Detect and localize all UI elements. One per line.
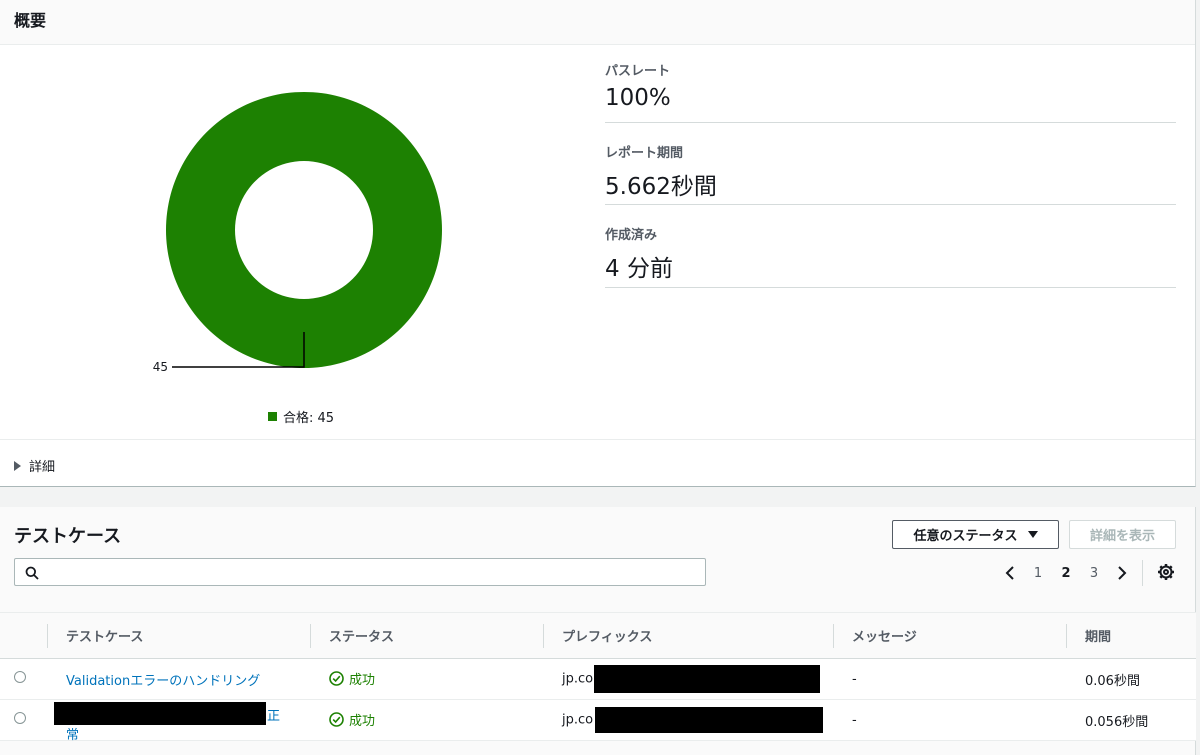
test-case-link[interactable]: Validationエラーのハンドリング [66,674,260,689]
column-header-test-case[interactable]: テストケース [47,612,310,659]
table-row[interactable]: Validationエラーのハンドリング 成功 jp.co. - 0.06秒間 [0,658,1196,700]
chevron-right-icon [1118,566,1127,580]
duration-value: 0.06秒間 [1085,673,1140,689]
message-value: - [852,712,857,728]
check-circle-icon [329,670,344,686]
select-column-header [0,612,47,659]
donut-slice-0[interactable] [165,92,442,368]
test-cases-title: テストケース [14,526,122,547]
check-circle-icon [329,711,344,727]
search-icon [25,565,39,584]
view-details-button[interactable]: 詳細を表示 [1069,520,1176,549]
status-filter-label: 任意のステータス [913,529,1018,544]
previous-page-button[interactable] [996,566,1024,580]
pass-rate-chart: 45 [140,80,470,390]
redacted-block [595,707,824,733]
summary-header: 概要 [0,0,1195,45]
prefix-value: jp.co [562,712,594,728]
metric-report-duration: レポート期間 5.662秒間 [605,142,1176,205]
page-1-button[interactable]: 1 [1024,566,1052,581]
caret-down-icon [1027,531,1038,538]
next-page-button[interactable] [1108,566,1136,580]
details-expand-toggle[interactable]: 詳細 [14,456,55,475]
pagination: 1 2 3 [996,561,1136,585]
test-case-link-tail[interactable]: 正 [267,705,280,724]
gear-icon [1158,564,1174,580]
summary-title: 概要 [14,11,47,30]
column-header-status[interactable]: ステータス [310,612,543,659]
caret-right-icon [14,460,21,471]
metric-value: 5.662秒間 [605,174,717,200]
column-header-message[interactable]: メッセージ [833,612,1066,659]
redacted-block [594,665,821,693]
test-cases-panel: テストケース 任意のステータス 詳細を表示 1 2 3 テストケース ステータス… [0,507,1196,755]
table-header-row: テストケース ステータス プレフィックス メッセージ 期間 [0,612,1196,659]
metric-value: 4 分前 [605,256,673,282]
metric-created: 作成済み 4 分前 [605,224,1176,288]
status-filter-dropdown[interactable]: 任意のステータス [892,520,1059,549]
page-2-button[interactable]: 2 [1052,566,1080,581]
status-success: 成功 [329,669,375,688]
status-success: 成功 [329,710,375,729]
message-value: - [852,671,857,687]
metric-value: 100% [605,85,671,111]
metric-label: 作成済み [605,228,658,243]
metric-label: パスレート [605,64,671,79]
page-3-button[interactable]: 3 [1080,566,1108,581]
column-header-duration[interactable]: 期間 [1066,612,1196,659]
chart-legend: 合格: 45 [268,407,334,426]
search-field[interactable] [14,558,706,586]
details-section: 詳細 [0,439,1195,487]
test-case-link-tail[interactable]: 常 [66,724,79,743]
metric-label: レポート期間 [605,146,684,161]
duration-value: 0.056秒間 [1085,714,1149,730]
table-row[interactable]: 正 常 成功 jp.co - 0.056秒間 [0,699,1196,743]
details-label: 詳細 [29,460,56,475]
row-select-radio[interactable] [14,712,26,724]
pager-divider [1142,560,1143,586]
summary-panel: 概要 45 合格: 45 パスレート 100% レポート期間 5.662秒間 作… [0,0,1196,487]
row-select-radio[interactable] [14,671,26,683]
settings-gear-button[interactable] [1157,563,1175,585]
legend-label: 合格: 45 [283,411,335,426]
donut-data-label: 45 [153,360,168,374]
metric-pass-rate: パスレート 100% [605,60,1176,123]
search-input[interactable] [49,561,699,583]
test-cases-table: テストケース ステータス プレフィックス メッセージ 期間 Validation… [0,612,1196,743]
column-header-prefix[interactable]: プレフィックス [543,612,833,659]
legend-swatch [268,412,277,421]
chevron-left-icon [1005,566,1014,580]
prefix-value: jp.co. [562,671,598,687]
redacted-block [54,702,266,725]
